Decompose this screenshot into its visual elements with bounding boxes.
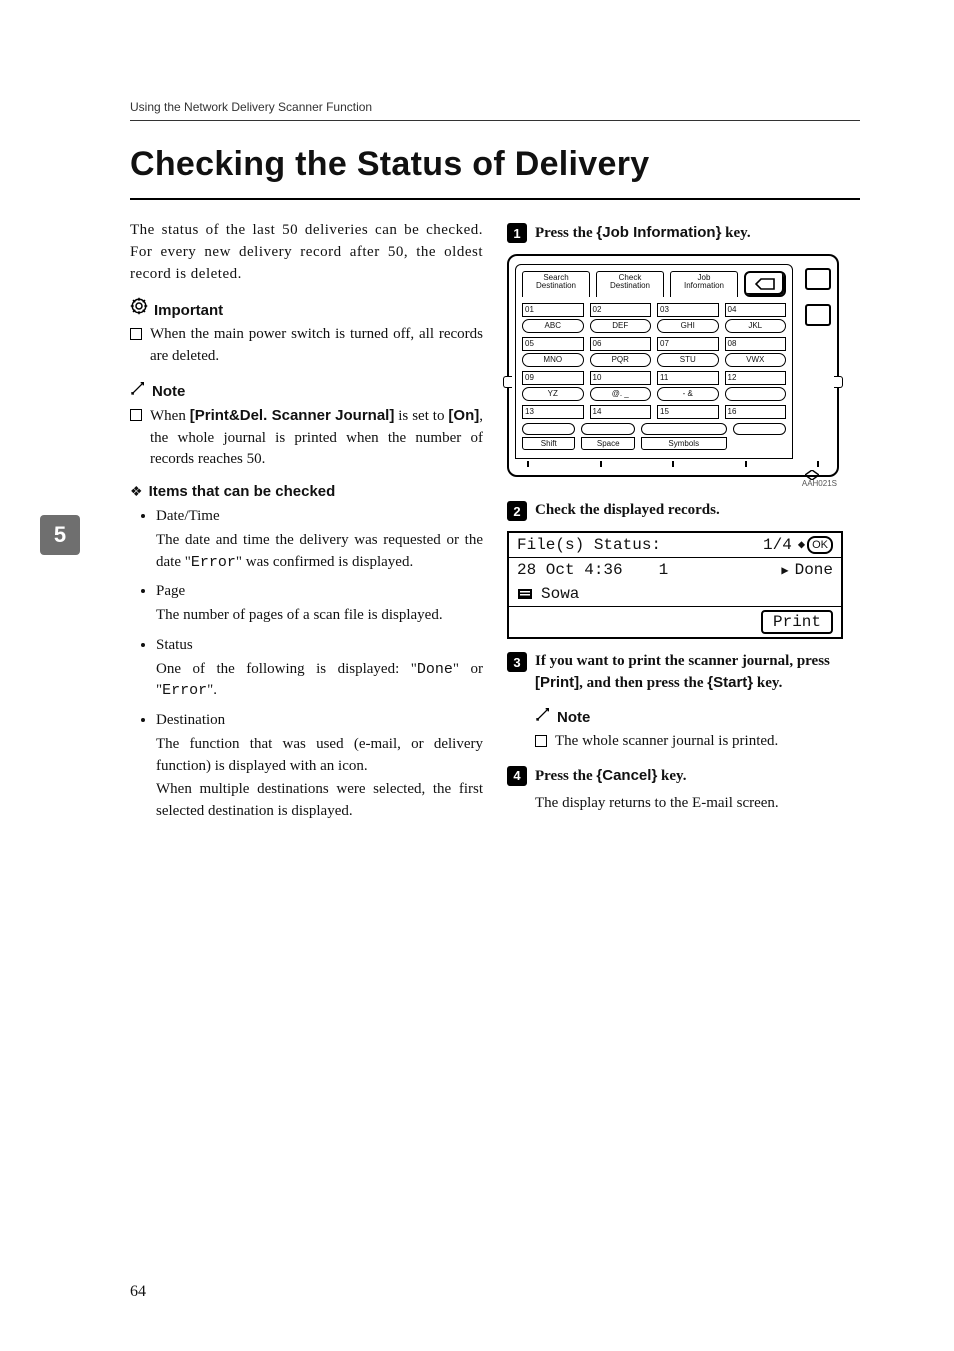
key-12[interactable]: 12: [725, 371, 787, 385]
lcd-date: 28 Oct 4:36: [517, 561, 623, 579]
key-10[interactable]: 10: [590, 371, 652, 385]
page-title: Checking the Status of Delivery: [130, 145, 860, 200]
key-stu[interactable]: STU: [657, 353, 719, 367]
diamond-key-icon: [805, 467, 819, 477]
step-3-number: 3: [507, 652, 527, 672]
lcd-ok-indicator: ◆ OK: [798, 536, 833, 554]
step-4-body: The display returns to the E-mail screen…: [535, 793, 860, 815]
key-mno[interactable]: MNO: [522, 353, 584, 367]
key-pqr[interactable]: PQR: [590, 353, 652, 367]
bullet-page: Page The number of pages of a scan file …: [156, 581, 483, 627]
intro-paragraph: The status of the last 50 deliveries can…: [130, 220, 483, 285]
right-column: 1 Press the {Job Information} key. Searc: [507, 210, 860, 831]
key-abc[interactable]: ABC: [522, 319, 584, 333]
lcd-destination: Sowa: [541, 585, 579, 603]
key-extra[interactable]: [733, 423, 786, 435]
key-shift-top[interactable]: [522, 423, 575, 435]
running-head: Using the Network Delivery Scanner Funct…: [130, 100, 860, 121]
key-def[interactable]: DEF: [590, 319, 652, 333]
key-shift[interactable]: Shift: [522, 437, 575, 450]
key-ghi[interactable]: GHI: [657, 319, 719, 333]
important-label: Important: [154, 302, 223, 319]
panel-tab-search-destination[interactable]: Search Destination: [522, 271, 590, 297]
lcd-status-label: File(s) Status:: [517, 536, 661, 554]
step-4-number: 4: [507, 766, 527, 786]
control-panel-illustration: Search Destination Check Destination Job…: [507, 254, 839, 488]
lcd-count: 1: [659, 561, 669, 579]
left-column: The status of the last 50 deliveries can…: [130, 210, 483, 831]
step-2: 2 Check the displayed records.: [507, 500, 860, 521]
key-vwx[interactable]: VWX: [725, 353, 787, 367]
key-09[interactable]: 09: [522, 371, 584, 385]
panel-clear-button[interactable]: [744, 271, 786, 297]
page-number: 64: [130, 1283, 146, 1301]
note-icon: [130, 380, 146, 401]
key-03[interactable]: 03: [657, 303, 719, 317]
key-space[interactable]: Space: [581, 437, 634, 450]
lcd-print-button[interactable]: Print: [761, 610, 833, 634]
key-dash-amp[interactable]: - &: [657, 387, 719, 401]
play-icon: ▶: [781, 563, 788, 578]
step-2-number: 2: [507, 501, 527, 521]
destination-icon: [517, 585, 533, 603]
panel-tab-check-destination[interactable]: Check Destination: [596, 271, 664, 297]
important-item: When the main power switch is turned off…: [130, 324, 483, 368]
key-05[interactable]: 05: [522, 337, 584, 351]
key-14[interactable]: 14: [590, 405, 652, 419]
key-blank[interactable]: [725, 387, 787, 401]
key-01[interactable]: 01: [522, 303, 584, 317]
key-16[interactable]: 16: [725, 405, 787, 419]
panel-tab-job-information[interactable]: Job Information: [670, 271, 738, 297]
key-space-top[interactable]: [581, 423, 634, 435]
note-item: When [Print&Del. Scanner Journal] is set…: [130, 405, 483, 471]
note-label: Note: [557, 709, 590, 726]
key-11[interactable]: 11: [657, 371, 719, 385]
step-1-number: 1: [507, 223, 527, 243]
note-label: Note: [152, 383, 185, 400]
items-heading: Items that can be checked: [149, 483, 336, 500]
lcd-page-indicator: 1/4: [763, 536, 792, 554]
diamond-icon: ❖: [130, 486, 143, 500]
step-1: 1 Press the {Job Information} key.: [507, 222, 860, 244]
key-at[interactable]: @. _: [590, 387, 652, 401]
important-icon: [130, 297, 148, 320]
key-13[interactable]: 13: [522, 405, 584, 419]
key-02[interactable]: 02: [590, 303, 652, 317]
note-item: The whole scanner journal is printed.: [535, 731, 860, 753]
key-08[interactable]: 08: [725, 337, 787, 351]
hard-button-mid[interactable]: [805, 304, 831, 326]
chapter-side-tab: 5: [40, 515, 80, 555]
figure-code: AAH021S: [507, 477, 839, 488]
key-04[interactable]: 04: [725, 303, 787, 317]
step-3: 3 If you want to print the scanner journ…: [507, 651, 860, 694]
key-07[interactable]: 07: [657, 337, 719, 351]
hard-button-top[interactable]: [805, 268, 831, 290]
key-yz[interactable]: YZ: [522, 387, 584, 401]
key-15[interactable]: 15: [657, 405, 719, 419]
key-symbols[interactable]: Symbols: [641, 437, 727, 450]
lcd-status-display: File(s) Status: 1/4 ◆ OK 28 Oct 4:36 1 ▶: [507, 531, 843, 639]
note-icon: [535, 706, 551, 727]
key-symbols-top[interactable]: [641, 423, 727, 435]
key-jkl[interactable]: JKL: [725, 319, 787, 333]
lcd-done: Done: [795, 561, 833, 579]
bullet-status: Status One of the following is displayed…: [156, 635, 483, 702]
bullet-date-time: Date/Time The date and time the delivery…: [156, 506, 483, 573]
key-06[interactable]: 06: [590, 337, 652, 351]
bullet-destination: Destination The function that was used (…: [156, 710, 483, 823]
step-4: 4 Press the {Cancel} key.: [507, 765, 860, 787]
